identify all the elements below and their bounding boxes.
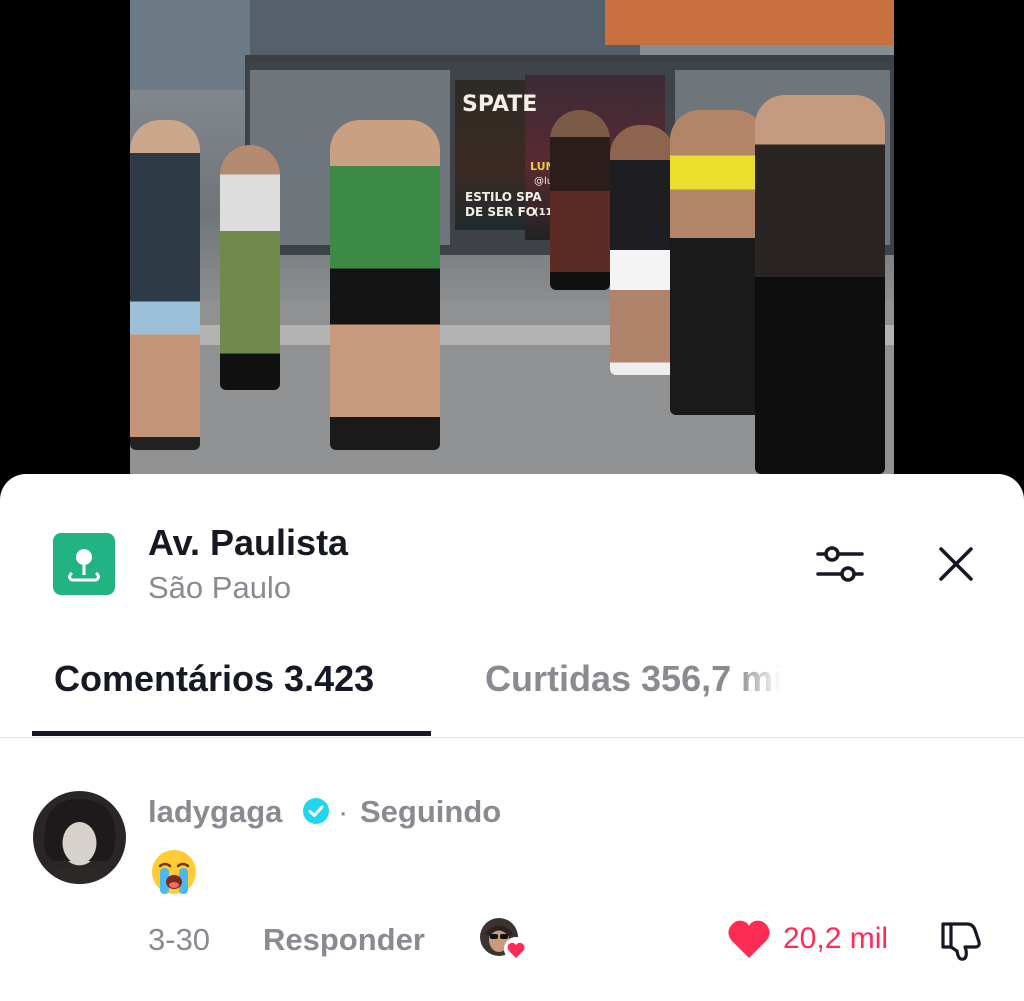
reply-button[interactable]: Responder [263,922,425,958]
tab-comments[interactable]: Comentários 3.423 [54,658,374,700]
dislike-thumbs-down-icon[interactable] [937,918,985,962]
video-person [330,120,440,450]
close-button[interactable] [932,540,980,588]
location-subtitle: São Paulo [148,570,292,605]
active-tab-indicator [32,731,431,736]
following-label: Seguindo [360,794,502,829]
like-count: 20,2 mil [783,922,889,955]
video-building [130,0,250,90]
comment-username[interactable]: ladygaga [148,794,282,830]
video-building [605,0,894,45]
video-sign-text: SPATE [462,92,538,117]
video-player[interactable]: SPATE ESTILO SPA DE SER FO LUNA GL @luna… [130,0,894,474]
video-person [755,95,885,474]
separator-dot: · [338,794,349,829]
verified-badge-icon [303,798,329,824]
tab-likes[interactable]: Curtidas 356,7 mil [485,658,781,700]
location-title[interactable]: Av. Paulista [148,522,348,564]
video-person [610,125,675,375]
avatar[interactable] [33,791,126,884]
video-sign-text: DE SER FO [465,205,536,219]
video-sign-text: ESTILO SPA [465,190,542,204]
close-icon [939,547,973,581]
divider [0,737,1024,738]
loudly-crying-face-icon [152,850,196,894]
comment-date: 3-30 [148,922,211,957]
screen: SPATE ESTILO SPA DE SER FO LUNA GL @luna… [0,0,1024,1001]
video-person [550,110,610,290]
video-person [220,145,280,390]
filter-button[interactable] [812,540,868,588]
like-heart-icon[interactable] [726,918,772,960]
video-building [250,0,640,60]
creator-liked-icon [480,918,528,961]
video-person [670,110,765,415]
location-pin-icon [53,533,115,595]
sliders-icon [816,546,864,582]
video-person [130,120,200,450]
